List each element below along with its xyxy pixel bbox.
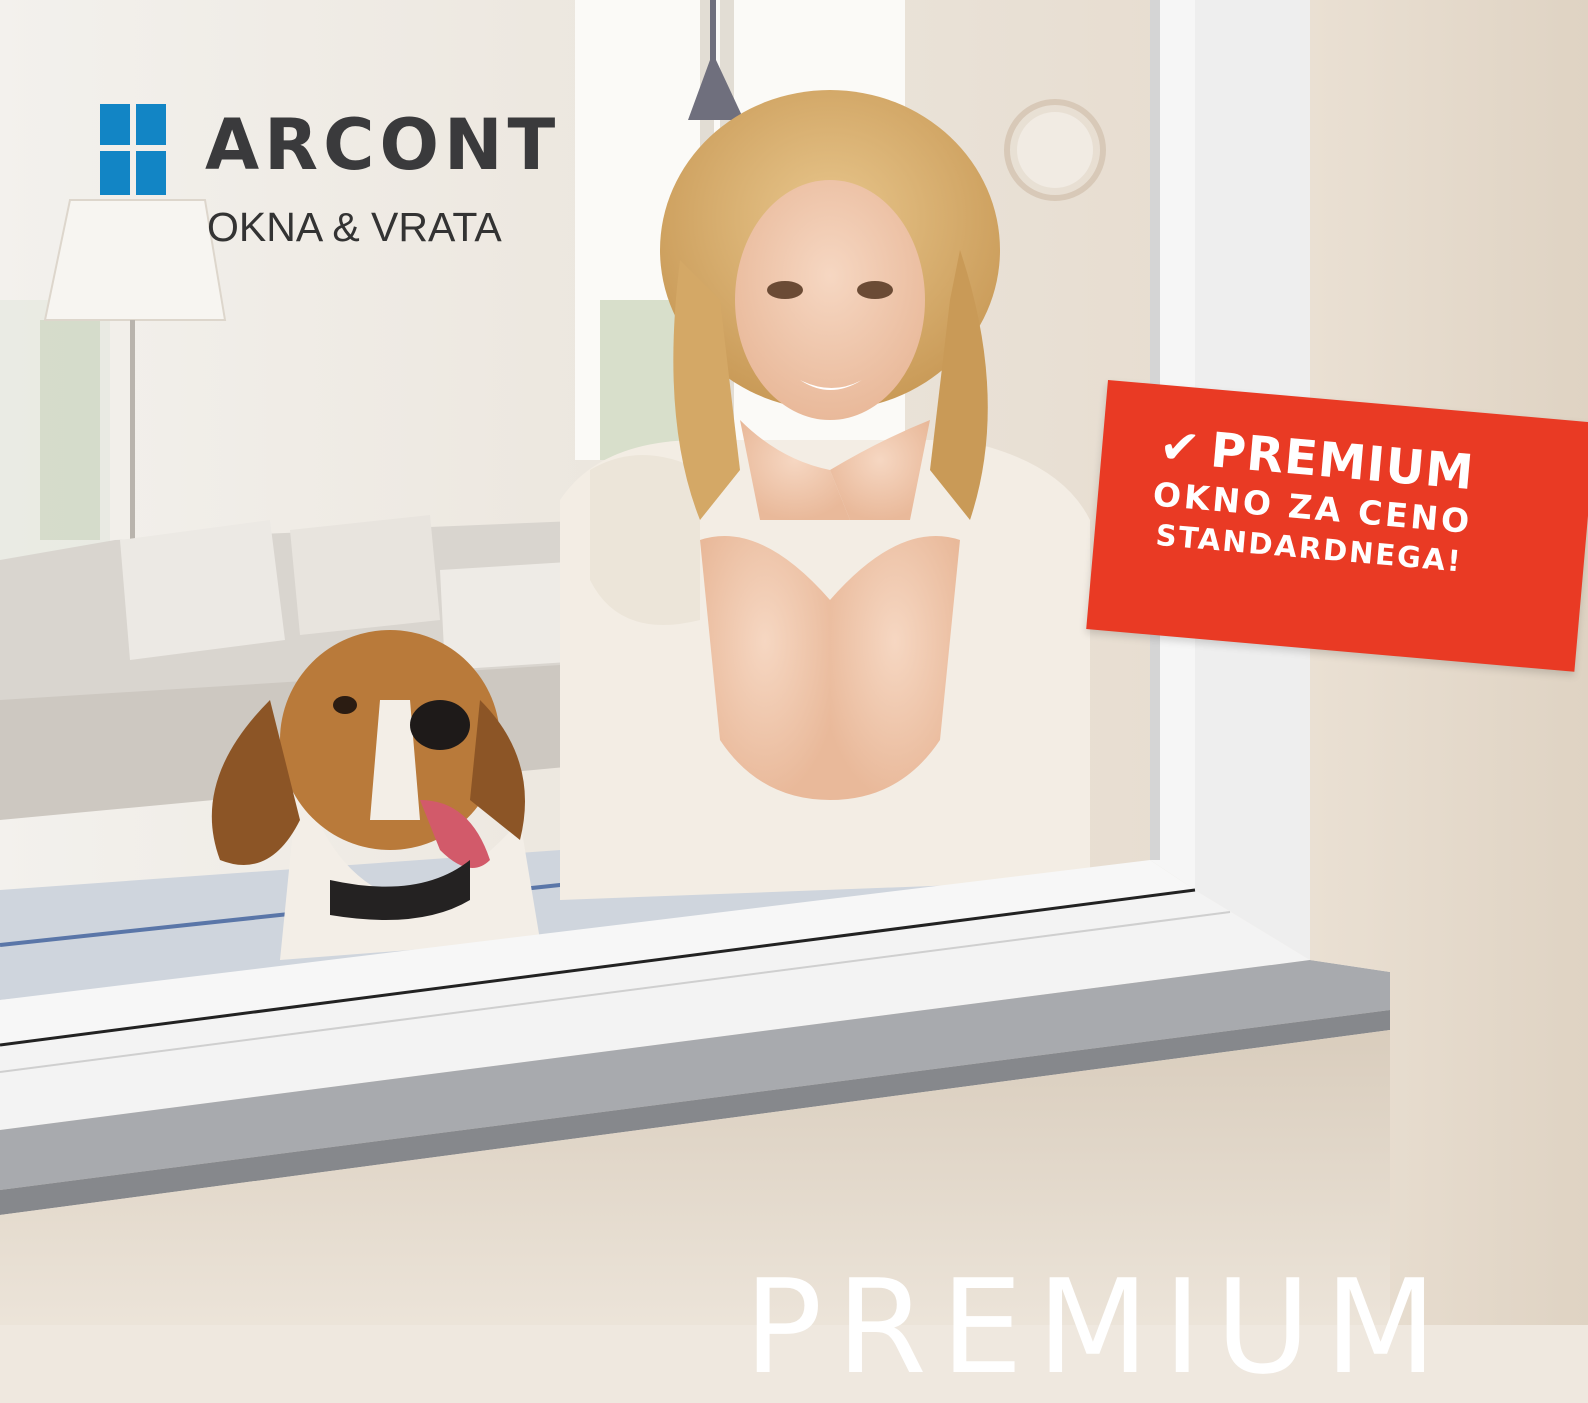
logo-window-icon — [100, 104, 166, 195]
checkmark-icon: ✔ — [1157, 417, 1204, 478]
brand-tagline: OKNA & VRATA — [207, 204, 502, 250]
brand-name: ARCONT — [205, 104, 561, 186]
promo-badge: ✔ PREMIUM OKNO ZA CENO STANDARDNEGA! — [1086, 380, 1588, 672]
brand-logo: ARCONT OKNA & VRATA — [100, 104, 560, 254]
headline: PREMIUM — [744, 1251, 1451, 1403]
